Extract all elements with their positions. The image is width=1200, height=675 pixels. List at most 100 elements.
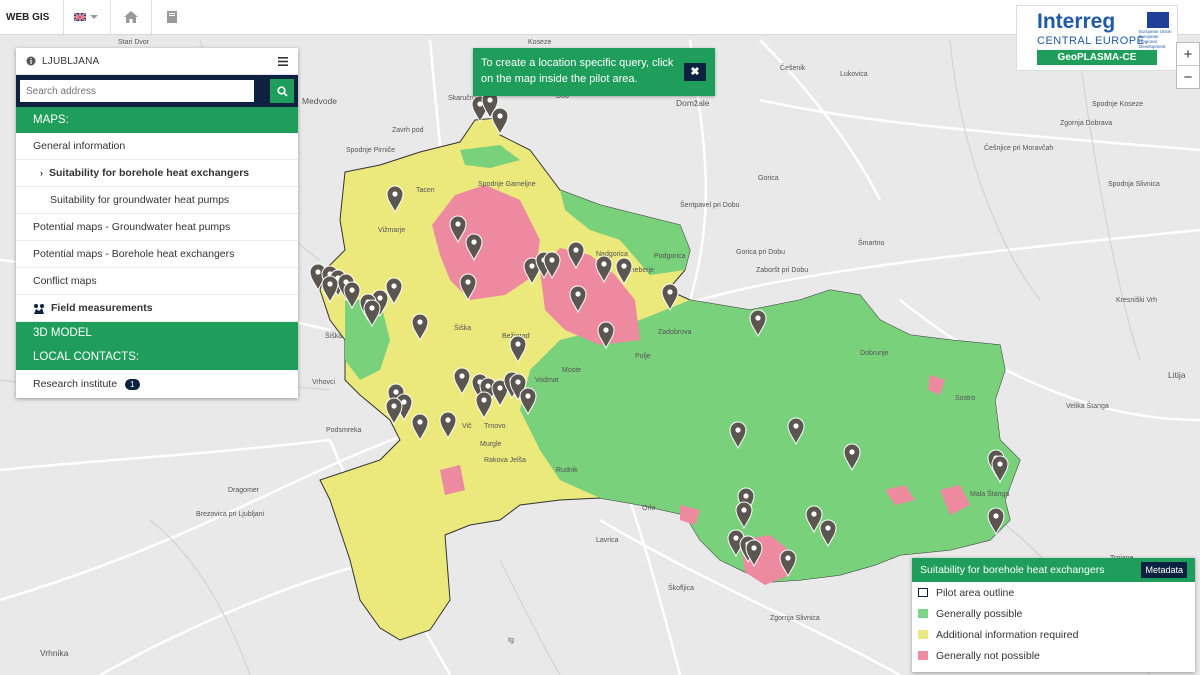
map-label: Stari Dvor	[118, 39, 150, 46]
map-marker-dot	[751, 545, 757, 551]
map-label: Češenik	[780, 63, 806, 72]
map-label: Mala Štanga	[970, 489, 1009, 498]
map-marker-dot	[349, 287, 355, 293]
project-badge: GeoPLASMA-CE	[1037, 50, 1157, 65]
menu-item-potential-borehole[interactable]: Potential maps - Borehole heat exchanger…	[16, 241, 298, 268]
map-label: Orle	[642, 505, 655, 512]
map-label: Vrhnika	[40, 648, 69, 658]
menu-item-label: Suitability for borehole heat exchangers	[49, 167, 250, 179]
menu-item-conflict-maps[interactable]: Conflict maps	[16, 268, 298, 295]
legend-row: Pilot area outline	[912, 582, 1195, 603]
layer-panel: LJUBLJANA MAPS: General information › Su…	[16, 48, 298, 398]
zoom-out-button[interactable]: −	[1177, 66, 1199, 88]
map-label: Gorica pri Dobu	[736, 249, 785, 256]
logo-region: CENTRAL EUROPE	[1037, 35, 1145, 47]
map-marker-dot	[487, 97, 493, 103]
app-title: WEB GIS	[6, 11, 50, 23]
map-label: Litija	[1168, 370, 1186, 380]
map-label: Šmartno	[858, 238, 885, 247]
map-label: Zgornja Slivnica	[770, 615, 820, 622]
home-icon	[124, 11, 139, 23]
logo-title: Interreg	[1037, 10, 1116, 33]
metadata-button[interactable]: Metadata	[1141, 562, 1187, 578]
menu-item-field-measurements[interactable]: Field measurements	[16, 295, 298, 322]
map-marker-dot	[391, 283, 397, 289]
eu-flag-icon	[1147, 12, 1169, 28]
map-marker-dot	[741, 507, 747, 513]
menu-icon[interactable]	[278, 56, 288, 66]
map-label: Moste	[562, 367, 581, 374]
map-label: Velika Štanga	[1066, 401, 1109, 410]
menu-item-label: Research institute	[33, 378, 118, 390]
book-button[interactable]	[151, 0, 192, 34]
legend-swatch	[918, 630, 928, 639]
legend-swatch	[918, 588, 928, 597]
menu-item-potential-groundwater[interactable]: Potential maps - Groundwater heat pumps	[16, 214, 298, 241]
map-label: Podgorica	[654, 253, 686, 260]
menu-item-groundwater-suitability[interactable]: Suitability for groundwater heat pumps	[16, 187, 298, 214]
legend-label: Generally possible	[936, 607, 1023, 620]
3d-model-header[interactable]: 3D MODEL	[16, 322, 298, 344]
map-marker-dot	[743, 493, 749, 499]
map-marker-dot	[529, 263, 535, 269]
map-label: Vodmat	[535, 377, 559, 384]
map-label: Medvode	[302, 96, 337, 106]
map-marker-dot	[811, 511, 817, 517]
map-label: Dragomer	[228, 487, 260, 494]
map-label: Zgornja Dobrava	[1060, 120, 1112, 127]
map-label: Kresniški Vrh	[1116, 297, 1157, 304]
zoom-in-button[interactable]: +	[1177, 43, 1199, 66]
search-button[interactable]	[270, 79, 294, 103]
map-marker-dot	[601, 261, 607, 267]
map-marker-dot	[849, 449, 855, 455]
map-label: Sostro	[955, 395, 975, 402]
map-label: Češnjice pri Moravčah	[984, 143, 1053, 152]
map-label: Domžale	[676, 98, 710, 108]
query-hint-tooltip: To create a location specific query, cli…	[473, 48, 715, 96]
map-marker-dot	[392, 191, 398, 197]
search-bar	[16, 75, 298, 107]
legend-label: Additional information required	[936, 628, 1079, 641]
map-marker-dot	[315, 269, 321, 275]
map-marker-dot	[573, 247, 579, 253]
map-marker-dot	[455, 221, 461, 227]
map-marker-dot	[481, 397, 487, 403]
interreg-logo: Interreg CENTRAL EUROPE European Union E…	[1016, 5, 1178, 71]
map-marker-dot	[793, 423, 799, 429]
map-marker-dot	[997, 461, 1003, 467]
map-marker-dot	[515, 379, 521, 385]
map-label: Gorica	[758, 175, 779, 182]
map-marker-dot	[391, 403, 397, 409]
map-label: Zavrh pod	[392, 127, 424, 134]
search-input[interactable]	[20, 80, 254, 102]
menu-item-borehole-suitability[interactable]: › Suitability for borehole heat exchange…	[16, 160, 298, 187]
map-marker-dot	[993, 513, 999, 519]
info-icon	[26, 56, 36, 66]
map-marker-dot	[515, 341, 521, 347]
home-button[interactable]	[110, 0, 151, 34]
chevron-right-icon: ›	[40, 168, 43, 178]
map-marker-dot	[621, 263, 627, 269]
map-label: Šiška	[325, 331, 342, 340]
map-marker-dot	[465, 279, 471, 285]
tooltip-text: To create a location specific query, cli…	[481, 57, 674, 85]
legend-row: Generally possible	[912, 603, 1195, 624]
map-marker-dot	[735, 427, 741, 433]
map-label: Polje	[635, 353, 651, 360]
map-marker-dot	[733, 535, 739, 541]
map-label: Škofljica	[668, 583, 694, 592]
map-label: Tacen	[416, 187, 435, 194]
field-measurements-icon	[34, 303, 44, 314]
map-marker-dot	[485, 383, 491, 389]
menu-item-general-information[interactable]: General information	[16, 133, 298, 160]
menu-item-label: Field measurements	[51, 302, 153, 314]
map-marker-dot	[497, 113, 503, 119]
local-contacts-header: LOCAL CONTACTS:	[16, 344, 298, 370]
legend-swatch	[918, 651, 928, 660]
map-label: Šentpavel pri Dobu	[680, 200, 740, 209]
menu-item-research-institute[interactable]: Research institute 1	[16, 370, 298, 398]
map-label: Spodnje Koseze	[1092, 101, 1143, 108]
language-selector[interactable]	[63, 0, 110, 34]
close-button[interactable]: ✖	[684, 63, 706, 81]
map-label: Koseze	[528, 39, 551, 46]
